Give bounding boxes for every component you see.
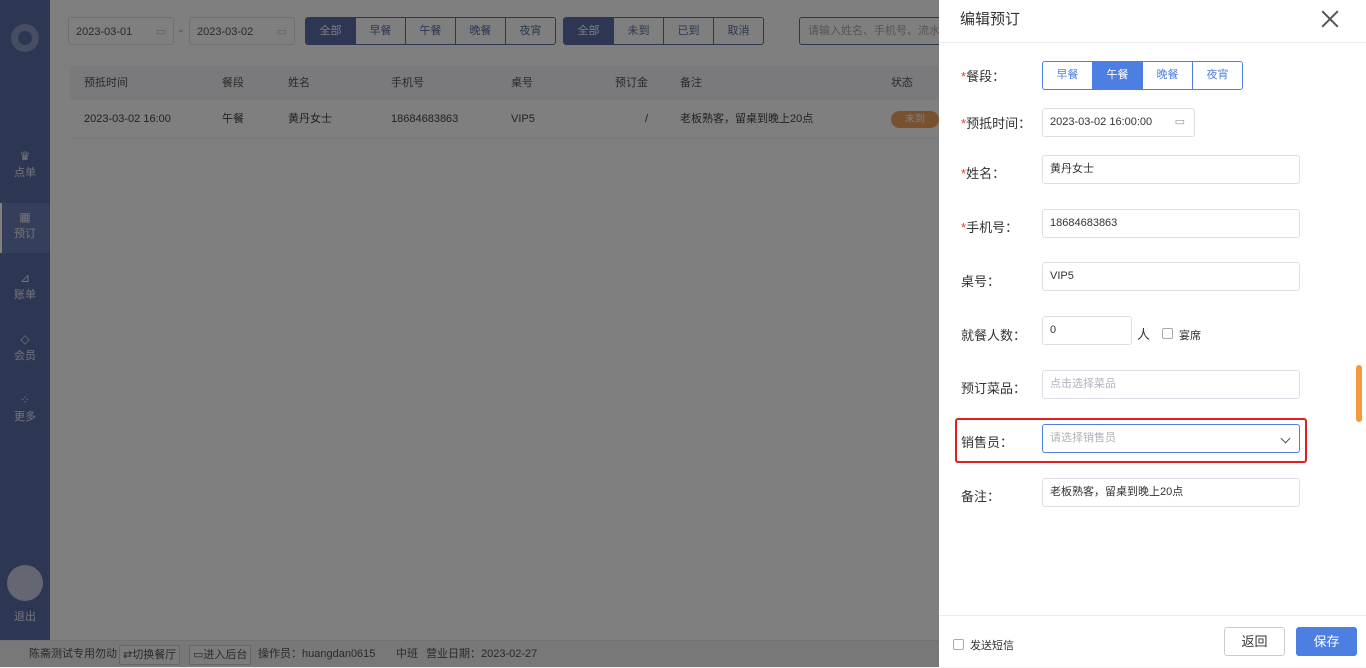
drawer-footer: 发送短信 返回 保存: [939, 615, 1366, 668]
meal-option-dinner[interactable]: 晚餐: [1142, 62, 1192, 89]
name-input[interactable]: 黄丹女士: [1042, 155, 1300, 184]
meal-label: *餐段：: [961, 69, 1006, 84]
send-sms-checkbox[interactable]: [953, 639, 964, 650]
send-sms-label: 发送短信: [970, 640, 1014, 652]
scrollbar[interactable]: [1356, 365, 1362, 422]
phone-label: *手机号：: [961, 220, 1019, 235]
meal-option-breakfast[interactable]: 早餐: [1043, 62, 1092, 89]
back-button[interactable]: 返回: [1224, 627, 1285, 656]
chevron-down-icon: [1280, 433, 1291, 444]
meal-option-supper[interactable]: 夜宵: [1192, 62, 1242, 89]
arrival-time-value: 2023-03-02 16:00:00: [1050, 116, 1153, 128]
drawer-header: 编辑预订: [939, 0, 1366, 43]
remark-input[interactable]: 老板熟客，留桌到晚上20点: [1042, 478, 1300, 507]
salesperson-select[interactable]: 请选择销售员: [1042, 424, 1300, 453]
name-label: *姓名：: [961, 166, 1006, 181]
guests-unit: 人: [1137, 327, 1151, 342]
drawer-title: 编辑预订: [960, 11, 1021, 28]
salesperson-label: 销售员：: [961, 435, 1014, 450]
dishes-input[interactable]: 点击选择菜品: [1042, 370, 1300, 399]
salesperson-placeholder: 请选择销售员: [1050, 432, 1116, 444]
save-button[interactable]: 保存: [1296, 627, 1357, 656]
close-icon[interactable]: [1319, 8, 1341, 30]
remark-label: 备注：: [961, 489, 1001, 504]
arrival-time-input[interactable]: 2023-03-02 16:00:00 ▭: [1042, 108, 1195, 137]
meal-option-lunch[interactable]: 午餐: [1092, 62, 1142, 89]
phone-input[interactable]: 18684683863: [1042, 209, 1300, 238]
guests-input[interactable]: 0: [1042, 316, 1132, 345]
calendar-icon: ▭: [1174, 116, 1185, 128]
table-no-input[interactable]: VIP5: [1042, 262, 1300, 291]
arrival-time-label: *预抵时间：: [961, 116, 1032, 131]
modal-overlay[interactable]: [0, 0, 939, 667]
guests-label: 就餐人数：: [961, 328, 1027, 343]
edit-reservation-drawer: 编辑预订 *餐段： 早餐 午餐 晚餐 夜宵 *预抵时间： 2023-03-02 …: [939, 0, 1366, 667]
dishes-label: 预订菜品：: [961, 381, 1027, 396]
banquet-label: 宴席: [1179, 330, 1201, 342]
meal-selector: 早餐 午餐 晚餐 夜宵: [1042, 61, 1243, 90]
banquet-checkbox[interactable]: [1162, 328, 1173, 339]
table-no-label: 桌号：: [961, 274, 1001, 289]
